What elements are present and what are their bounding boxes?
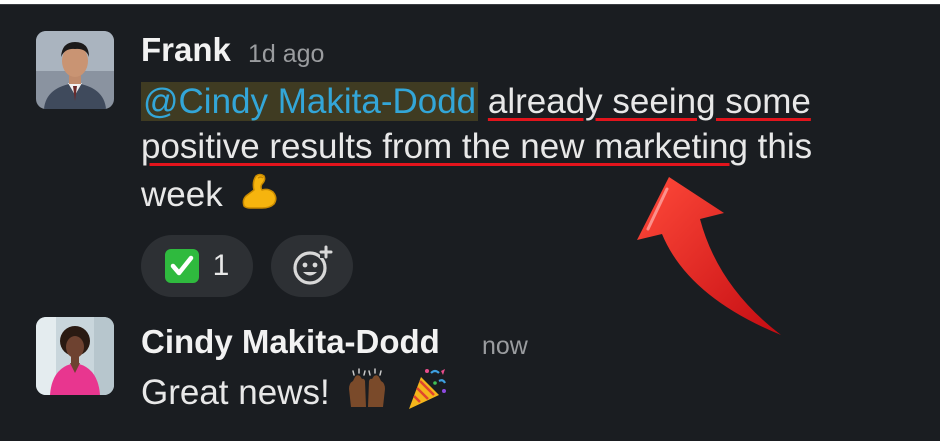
timestamp[interactable]: now	[482, 332, 528, 361]
add-reaction-button[interactable]	[271, 235, 353, 297]
highlighted-text: positive results from the new marketing	[141, 127, 748, 166]
avatar-man-photo	[36, 31, 114, 109]
avatar[interactable]	[36, 31, 114, 109]
message-line-2: positive results from the new marketing …	[141, 125, 812, 169]
message-line-1: Great news!	[141, 367, 449, 422]
timestamp[interactable]: 1d ago	[248, 40, 324, 69]
message-line-3: week	[141, 170, 280, 223]
avatar[interactable]	[36, 317, 114, 395]
add-emoji-icon	[293, 245, 333, 285]
message-line-1: @Cindy Makita-Dodd already seeing some	[141, 80, 811, 124]
party-popper-icon	[405, 367, 449, 422]
white-check-mark-icon	[164, 249, 199, 283]
user-mention[interactable]: @Cindy Makita-Dodd	[141, 82, 479, 121]
highlighted-text: already seeing some	[487, 82, 811, 121]
author-name[interactable]: Cindy Makita-Dodd	[141, 323, 440, 361]
message-text: week	[141, 175, 223, 214]
reaction-check-button[interactable]: 1	[141, 235, 253, 297]
flexed-biceps-icon	[238, 170, 280, 223]
message-text: Great news!	[141, 373, 330, 412]
slack-thread-panel: Frank 1d ago @Cindy Makita-Dodd already …	[0, 4, 940, 441]
raising-hands-icon	[345, 367, 389, 422]
message-text: this	[747, 127, 813, 166]
author-name[interactable]: Frank	[141, 31, 231, 69]
reaction-count: 1	[212, 249, 230, 282]
avatar-woman-photo	[36, 317, 114, 395]
